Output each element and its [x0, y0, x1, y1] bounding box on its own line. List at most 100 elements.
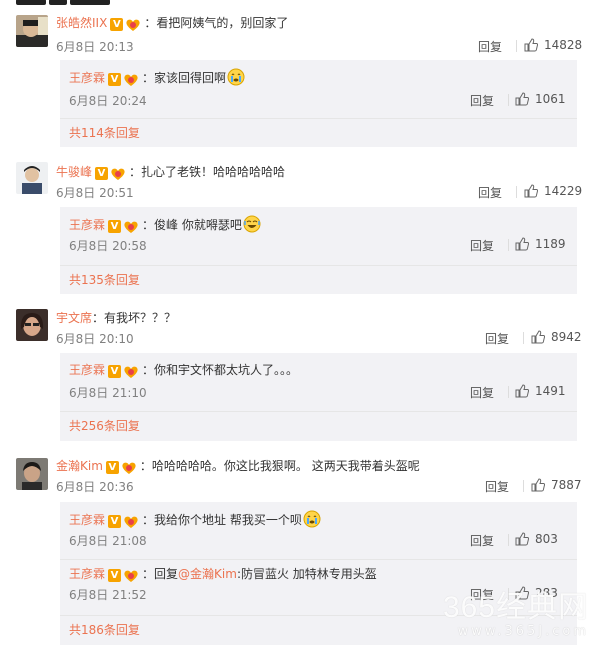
heart-badge-icon	[122, 462, 136, 474]
divider	[508, 239, 509, 251]
reply-button[interactable]: 回复	[470, 532, 494, 549]
reply-text: ：俊峰 你就嘚瑟吧	[142, 218, 242, 232]
reply-button[interactable]: 回复	[470, 92, 494, 109]
divider	[516, 186, 517, 198]
reply-button[interactable]: 回复	[485, 478, 509, 495]
reply-divider	[60, 559, 577, 560]
like-count: 1491	[535, 384, 566, 398]
reply-button[interactable]: 回复	[485, 330, 509, 347]
comment-time: 6月8日 20:10	[56, 332, 134, 346]
like-button[interactable]: 1491	[515, 384, 566, 398]
laughing-emoji-icon	[243, 215, 261, 233]
cropped-header-residue	[16, 0, 136, 5]
verified-v-icon: V	[108, 365, 122, 378]
site-watermark: 365经典网 www.365J.com	[443, 582, 589, 639]
heart-badge-icon	[126, 19, 140, 31]
reply-username[interactable]: 王彦霖	[69, 513, 105, 527]
comment-time: 6月8日 20:51	[56, 186, 134, 200]
like-count: 8942	[551, 330, 582, 344]
like-button[interactable]: 7887	[531, 478, 582, 492]
reply-divider	[60, 265, 577, 266]
divider	[516, 40, 517, 52]
like-count: 1189	[535, 237, 566, 251]
reply-button[interactable]: 回复	[470, 237, 494, 254]
avatar[interactable]	[16, 309, 48, 341]
reply-button[interactable]: 回复	[478, 184, 502, 201]
reply-text: ：你和宇文怀都太坑人了。。。	[142, 363, 299, 377]
reply-box: 王彦霖 V ：你和宇文怀都太坑人了。。。 6月8日 21:10 回复 1491 共2…	[60, 353, 577, 441]
like-button[interactable]: 1189	[515, 237, 566, 251]
like-button[interactable]: 8942	[531, 330, 582, 344]
reply-text: :防冒蓝火 加特林专用头盔	[236, 567, 377, 581]
divider	[523, 332, 524, 344]
reply-username[interactable]: 王彦霖	[69, 567, 105, 581]
avatar[interactable]	[16, 162, 48, 194]
user-badges: V	[110, 18, 142, 32]
divider	[508, 94, 509, 106]
comment-username[interactable]: 金瀚Kim	[56, 459, 103, 473]
comment-username[interactable]: 张皓然IIX	[56, 16, 107, 30]
like-button[interactable]: 14828	[524, 38, 582, 52]
verified-v-icon: V	[95, 167, 109, 180]
thumbs-up-icon	[531, 478, 546, 492]
more-replies-link[interactable]: 共256条回复	[69, 417, 140, 434]
reply-username[interactable]: 王彦霖	[69, 218, 105, 232]
watermark-logo-text: 365经典网	[442, 591, 589, 624]
verified-v-icon: V	[108, 220, 122, 233]
like-button[interactable]: 1061	[515, 92, 566, 106]
verified-v-icon: V	[108, 73, 122, 86]
like-button[interactable]: 803	[515, 532, 558, 546]
reply-username[interactable]: 王彦霖	[69, 71, 105, 85]
thumbs-up-icon	[524, 184, 539, 198]
thumbs-up-icon	[524, 38, 539, 52]
reply-time: 6月8日 21:10	[69, 386, 147, 400]
thumbs-up-icon	[515, 237, 530, 251]
comment-username[interactable]: 宇文席	[56, 311, 92, 325]
reply-time: 6月8日 21:52	[69, 588, 147, 602]
heart-badge-icon	[124, 516, 138, 528]
reply-divider	[60, 411, 577, 412]
like-count: 7887	[551, 478, 582, 492]
reply-time: 6月8日 21:08	[69, 534, 147, 548]
like-count: 14229	[544, 184, 583, 198]
like-button[interactable]: 14229	[524, 184, 582, 198]
comment-text: ：有我坏？？？	[92, 311, 177, 325]
comment-text: ：看把阿姨气的，别回家了	[144, 16, 289, 30]
thumbs-up-icon	[515, 384, 530, 398]
heart-badge-icon	[111, 168, 125, 180]
crying-emoji-icon	[227, 68, 245, 86]
reply-time: 6月8日 20:24	[69, 94, 147, 108]
mention-link[interactable]: @金瀚Kim	[178, 567, 237, 581]
avatar[interactable]	[16, 458, 48, 490]
more-replies-link[interactable]: 共186条回复	[69, 621, 140, 638]
verified-v-icon: V	[108, 515, 122, 528]
reply-text: ：我给你个地址 帮我买一个呗	[142, 513, 302, 527]
more-replies-link[interactable]: 共114条回复	[69, 124, 140, 141]
divider	[508, 386, 509, 398]
like-count: 803	[535, 532, 558, 546]
verified-v-icon: V	[110, 18, 124, 31]
heart-badge-icon	[124, 221, 138, 233]
verified-v-icon: V	[108, 569, 122, 582]
comment-text: ：扎心了老铁！哈哈哈哈哈哈	[129, 165, 286, 179]
comment-text: ：哈哈哈哈哈。你这比我狠啊。 这两天我带着头盔呢	[139, 459, 420, 473]
reply-username[interactable]: 王彦霖	[69, 363, 105, 377]
reply-time: 6月8日 20:58	[69, 239, 147, 253]
reply-text: ：家该回得回啊	[142, 71, 227, 85]
reply-button[interactable]: 回复	[478, 38, 502, 55]
heart-badge-icon	[124, 366, 138, 378]
avatar[interactable]	[16, 15, 48, 47]
thumbs-up-icon	[515, 92, 530, 106]
divider	[508, 534, 509, 546]
more-replies-link[interactable]: 共135条回复	[69, 271, 140, 288]
reply-prefix: ：回复	[142, 567, 179, 581]
reply-box: 王彦霖 V ：俊峰 你就嘚瑟吧 6月8日 20:58 回复 1189 共135条回复	[60, 207, 577, 294]
verified-v-icon: V	[105, 461, 119, 474]
comment-username[interactable]: 牛骏峰	[56, 165, 92, 179]
reply-button[interactable]: 回复	[470, 384, 494, 401]
thumbs-up-icon	[531, 330, 546, 344]
comment-time: 6月8日 20:36	[56, 480, 134, 494]
heart-badge-icon	[124, 74, 138, 86]
like-count: 14828	[544, 38, 583, 52]
heart-badge-icon	[124, 570, 138, 582]
